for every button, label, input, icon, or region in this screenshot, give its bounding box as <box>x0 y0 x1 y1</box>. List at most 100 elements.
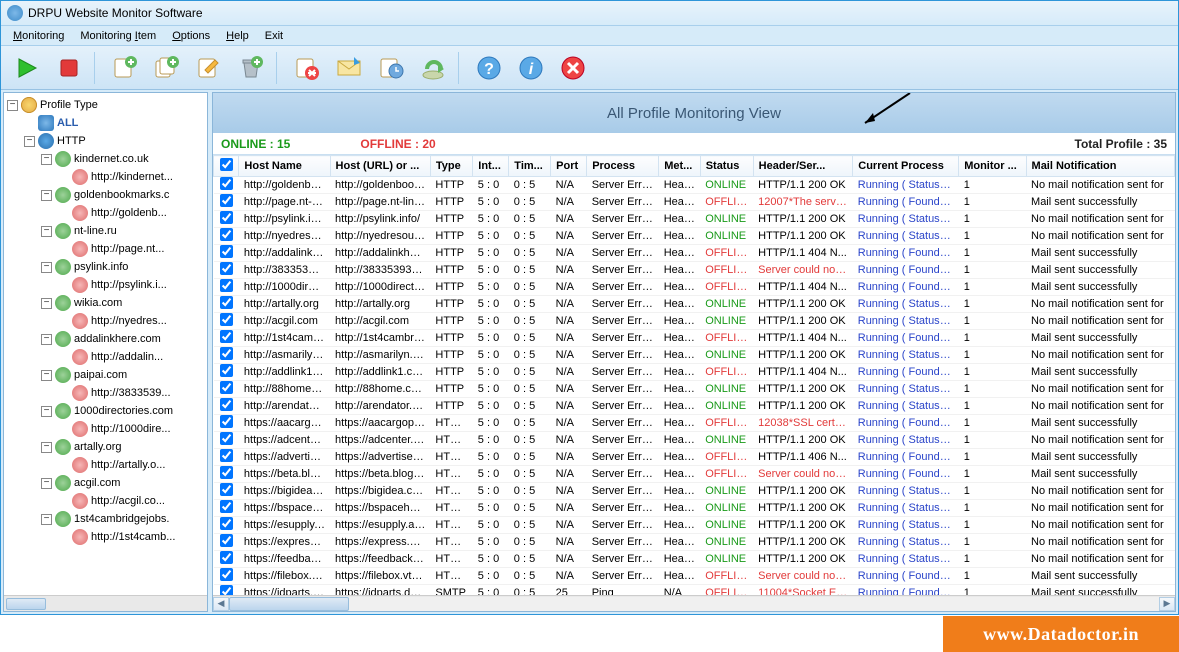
row-checkbox[interactable] <box>220 466 233 479</box>
row-checkbox[interactable] <box>220 551 233 564</box>
tree-toggle-icon[interactable]: − <box>41 262 52 273</box>
tree-toggle-icon[interactable]: − <box>41 334 52 345</box>
table-row[interactable]: http://addlink1.c...http://addlink1.comH… <box>214 364 1175 381</box>
col-header[interactable]: Current Process <box>853 156 959 177</box>
row-checkbox[interactable] <box>220 296 233 309</box>
table-row[interactable]: http://nyedresour...http://nyedresource.… <box>214 228 1175 245</box>
table-row[interactable]: http://asmarilyn.c...http://asmarilyn.co… <box>214 347 1175 364</box>
row-checkbox[interactable] <box>220 279 233 292</box>
tree-host[interactable]: −paipai.com <box>5 366 207 384</box>
table-row[interactable]: http://artally.orghttp://artally.orgHTTP… <box>214 296 1175 313</box>
table-row[interactable]: https://aacargopl...https://aacargoplus.… <box>214 415 1175 432</box>
row-checkbox[interactable] <box>220 568 233 581</box>
tree-toggle-icon[interactable]: − <box>41 154 52 165</box>
tree-url[interactable]: http://3833539... <box>5 384 207 402</box>
row-checkbox[interactable] <box>220 381 233 394</box>
tree-host[interactable]: −goldenbookmarks.c <box>5 186 207 204</box>
delete-profile-button[interactable] <box>287 50 327 86</box>
row-checkbox[interactable] <box>220 432 233 445</box>
row-checkbox[interactable] <box>220 415 233 428</box>
table-row[interactable]: http://1st4cambri...http://1st4cambridg.… <box>214 330 1175 347</box>
row-checkbox[interactable] <box>220 228 233 241</box>
col-header[interactable]: Host (URL) or ... <box>330 156 430 177</box>
col-header[interactable]: Port <box>551 156 587 177</box>
tree-toggle-icon[interactable]: − <box>41 478 52 489</box>
tree-host[interactable]: −kindernet.co.uk <box>5 150 207 168</box>
tree-host[interactable]: −1000directories.com <box>5 402 207 420</box>
tree-toggle-icon[interactable]: − <box>24 136 35 147</box>
table-row[interactable]: http://acgil.comhttp://acgil.comHTTP5 : … <box>214 313 1175 330</box>
col-header[interactable]: Status <box>700 156 753 177</box>
tree-toggle-icon[interactable]: − <box>7 100 18 111</box>
play-button[interactable] <box>7 50 47 86</box>
tree-url[interactable]: http://goldenb... <box>5 204 207 222</box>
col-header[interactable]: Header/Ser... <box>753 156 853 177</box>
col-header[interactable] <box>214 156 239 177</box>
tree-http[interactable]: −HTTP <box>5 132 207 150</box>
menu-exit[interactable]: Exit <box>265 30 283 42</box>
tree-toggle-icon[interactable]: − <box>41 514 52 525</box>
table-row[interactable]: https://filebox.vt...https://filebox.vt.… <box>214 568 1175 585</box>
menu-help[interactable]: Help <box>226 30 249 42</box>
tree-host[interactable]: −addalinkhere.com <box>5 330 207 348</box>
refresh-button[interactable] <box>413 50 453 86</box>
tree-host[interactable]: −1st4cambridgejobs. <box>5 510 207 528</box>
close-button[interactable] <box>553 50 593 86</box>
schedule-button[interactable] <box>371 50 411 86</box>
table-row[interactable]: https://bspacehe...https://bspacehelp...… <box>214 500 1175 517</box>
col-header[interactable]: Mail Notification <box>1026 156 1174 177</box>
row-checkbox[interactable] <box>220 449 233 462</box>
table-row[interactable]: https://adcenter.l...https://adcenter.lo… <box>214 432 1175 449</box>
table-row[interactable]: http://arendator.n...http://arendator.ne… <box>214 398 1175 415</box>
menu-monitoring[interactable]: Monitoring <box>13 30 64 42</box>
col-header[interactable]: Int... <box>473 156 509 177</box>
tree-toggle-icon[interactable]: − <box>41 370 52 381</box>
tree-host[interactable]: −artally.org <box>5 438 207 456</box>
row-checkbox[interactable] <box>220 262 233 275</box>
tree-url[interactable]: http://page.nt... <box>5 240 207 258</box>
info-button[interactable]: i <box>511 50 551 86</box>
tree-url[interactable]: http://psylink.i... <box>5 276 207 294</box>
row-checkbox[interactable] <box>220 534 233 547</box>
tree-root[interactable]: −Profile Type <box>5 96 207 114</box>
tree-url[interactable]: http://1000dire... <box>5 420 207 438</box>
row-checkbox[interactable] <box>220 398 233 411</box>
row-checkbox[interactable] <box>220 313 233 326</box>
table-row[interactable]: http://page.nt-lin...http://page.nt-line… <box>214 194 1175 211</box>
tree-toggle-icon[interactable]: − <box>41 298 52 309</box>
menu-monitoring-item[interactable]: Monitoring Item <box>80 30 156 42</box>
titlebar[interactable]: DRPU Website Monitor Software <box>1 1 1178 26</box>
tree-toggle-icon[interactable]: − <box>41 226 52 237</box>
col-header[interactable]: Process <box>587 156 659 177</box>
menu-options[interactable]: Options <box>172 30 210 42</box>
mail-button[interactable] <box>329 50 369 86</box>
table-row[interactable]: https://bigidea.c...https://bigidea.com.… <box>214 483 1175 500</box>
sidebar-hscroll[interactable] <box>4 595 207 611</box>
col-header[interactable]: Met... <box>659 156 700 177</box>
scroll-right-icon[interactable]: ▶ <box>1159 597 1175 611</box>
table-row[interactable]: https://feedback....https://feedback.dli… <box>214 551 1175 568</box>
tree-toggle-icon[interactable]: − <box>41 190 52 201</box>
row-checkbox[interactable] <box>220 177 233 190</box>
col-header[interactable]: Type <box>430 156 472 177</box>
profile-tree[interactable]: −Profile TypeALL−HTTP−kindernet.co.ukhtt… <box>4 93 207 595</box>
tree-url[interactable]: http://acgil.co... <box>5 492 207 510</box>
tree-host[interactable]: −acgil.com <box>5 474 207 492</box>
add-profile-button[interactable] <box>105 50 145 86</box>
row-checkbox[interactable] <box>220 364 233 377</box>
row-checkbox[interactable] <box>220 245 233 258</box>
tree-host[interactable]: −nt-line.ru <box>5 222 207 240</box>
col-header[interactable]: Tim... <box>509 156 551 177</box>
row-checkbox[interactable] <box>220 585 233 595</box>
table-row[interactable]: http://goldenboo...http://goldenbookm...… <box>214 177 1175 194</box>
table-row[interactable]: https://jdparts.de...https://jdparts.dee… <box>214 585 1175 596</box>
table-row[interactable]: http://psylink.info/http://psylink.info/… <box>214 211 1175 228</box>
delete-item-button[interactable] <box>231 50 271 86</box>
col-header[interactable]: Host Name <box>239 156 330 177</box>
edit-item-button[interactable] <box>189 50 229 86</box>
stop-button[interactable] <box>49 50 89 86</box>
table-row[interactable]: http://88home.c...http://88home.co.ccHTT… <box>214 381 1175 398</box>
add-item-button[interactable] <box>147 50 187 86</box>
row-checkbox[interactable] <box>220 517 233 530</box>
tree-url[interactable]: http://addalin... <box>5 348 207 366</box>
